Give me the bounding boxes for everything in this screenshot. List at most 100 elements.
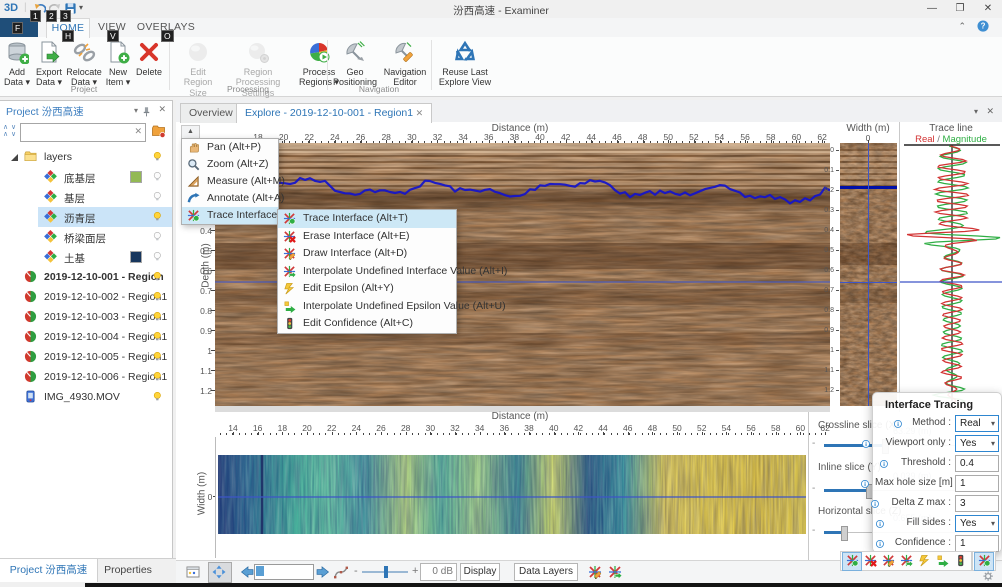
step-back-icon[interactable] <box>240 565 254 584</box>
visibility-bulb-on-icon[interactable] <box>153 151 164 166</box>
clear-search-icon[interactable]: ✕ <box>134 126 142 137</box>
input-max-hole-size-m[interactable]: 1 <box>955 475 999 492</box>
tree-item-label: 土基 <box>64 251 85 266</box>
dropdown-method[interactable]: Real▾ <box>955 415 999 432</box>
step-forward-icon[interactable] <box>316 565 330 584</box>
doc-close-icon[interactable]: ✕ <box>986 106 994 117</box>
slider-minus-inline-slice-y-[interactable]: - <box>812 483 815 494</box>
tree-item-layer-4[interactable]: 桥梁面层 <box>0 227 172 247</box>
expand-all-icon[interactable]: ∨∨ <box>11 124 16 138</box>
trace-tool-button[interactable] <box>843 553 861 570</box>
gain-plus[interactable]: + <box>412 565 418 577</box>
display-button[interactable]: Display <box>460 563 500 581</box>
crossline-slice-view[interactable] <box>840 143 897 406</box>
overview-grid-icon[interactable] <box>186 565 200 584</box>
layer-color-chip[interactable] <box>131 252 141 262</box>
input-delta-z-max[interactable]: 3 <box>955 495 999 512</box>
panel-close-icon[interactable]: ✕ <box>158 104 166 115</box>
visibility-bulb-on-icon[interactable] <box>153 331 164 346</box>
pan-menu-item[interactable]: Pan (Alt+P) <box>182 139 278 156</box>
tree-item-node-7[interactable]: 2019-12-10-002 - Region1 <box>0 287 172 307</box>
dropdown-viewport-only[interactable]: Yes▾ <box>955 435 999 452</box>
gain-value-input[interactable]: 0 dB <box>420 563 457 581</box>
tree-item-node-8[interactable]: 2019-12-10-003 - Region1 <box>0 307 172 327</box>
confidence-tool-button[interactable] <box>951 553 969 570</box>
draw-submenu-item[interactable]: Draw Interface (Alt+D) <box>278 245 456 263</box>
position-scrollbar-thumb[interactable] <box>256 566 264 576</box>
tree-search-input[interactable]: ✕ <box>20 123 146 142</box>
gain-slider-thumb[interactable] <box>384 566 388 578</box>
tree-item-node-12[interactable]: IMG_4930.MOV <box>0 387 172 407</box>
document-tab-explore[interactable]: Explore - 2019-12-10-001 - Region1 ✕ <box>236 103 432 123</box>
visibility-bulb-off-icon[interactable] <box>153 191 164 206</box>
interpolate-epsilon-submenu-item[interactable]: Interpolate Undefined Epsilon Value (Alt… <box>278 298 456 316</box>
collapse-all-icon[interactable]: ∧∧ <box>3 124 8 138</box>
minimize-button[interactable]: — <box>918 0 946 18</box>
draw-interface-icon[interactable] <box>588 565 602 584</box>
visibility-bulb-on-icon[interactable] <box>153 351 164 366</box>
visibility-bulb-off-icon[interactable] <box>153 231 164 246</box>
erase-tool-button[interactable] <box>861 553 879 570</box>
tree-item-layer-3[interactable]: 沥青层 <box>0 207 172 227</box>
tree-item-node-11[interactable]: 2019-12-10-006 - Region1 <box>0 367 172 387</box>
document-tab-overview[interactable]: Overview <box>180 103 242 123</box>
interpolate-interface-icon[interactable] <box>608 565 622 584</box>
slider-thumb-horizontal-slice-z-[interactable] <box>841 526 848 541</box>
visibility-bulb-on-icon[interactable] <box>153 391 164 406</box>
maximize-button[interactable]: ❐ <box>946 0 974 18</box>
input-confidence[interactable]: 1 <box>955 535 999 552</box>
trace-interface-toggle-button[interactable] <box>975 553 993 570</box>
tree-item-node-6[interactable]: 2019-12-10-001 - Region <box>0 267 172 287</box>
collapse-ribbon-icon[interactable]: ⌃ <box>958 21 966 32</box>
slider-minus-crossline-slice-x-[interactable]: - <box>812 438 815 449</box>
trace-submenu-item[interactable]: Trace Interface (Alt+T) <box>278 210 456 228</box>
visibility-bulb-off-icon[interactable] <box>153 251 164 266</box>
layer-color-chip[interactable] <box>131 172 141 182</box>
trace-menu-item[interactable]: Trace Interface (Alt+T) <box>182 207 278 224</box>
confidence-submenu-item[interactable]: Edit Confidence (Alt+C) <box>278 315 456 333</box>
tree-item-node-0[interactable]: layers <box>0 147 172 167</box>
gain-curve-icon[interactable] <box>334 565 348 584</box>
interpolate-tool-button[interactable] <box>897 553 915 570</box>
tab-close-icon[interactable]: ✕ <box>413 108 423 118</box>
epsilon-submenu-item[interactable]: Edit Epsilon (Alt+Y) <box>278 280 456 298</box>
tree-item-layer-2[interactable]: 基层 <box>0 187 172 207</box>
data-layers-button[interactable]: Data Layers <box>514 563 578 581</box>
bottom-axis-minor-tick <box>418 433 419 435</box>
measure-menu-item[interactable]: Measure (Alt+M) <box>182 173 278 190</box>
interpolate-epsilon-tool-button[interactable] <box>933 553 951 570</box>
erase-submenu-item[interactable]: Erase Interface (Alt+E) <box>278 228 456 246</box>
panel-dropdown-icon[interactable]: ▾ <box>134 106 138 115</box>
pin-icon[interactable] <box>141 105 152 123</box>
position-scrollbar[interactable] <box>254 564 314 580</box>
input-threshold[interactable]: 0.4 <box>955 455 999 472</box>
visibility-bulb-on-icon[interactable] <box>153 291 164 306</box>
tree-item-node-9[interactable]: 2019-12-10-004 - Region1 <box>0 327 172 347</box>
visibility-bulb-on-icon[interactable] <box>153 371 164 386</box>
search-folder-icon[interactable] <box>151 124 166 143</box>
doc-dropdown-icon[interactable]: ▾ <box>974 107 978 116</box>
slider-minus-horizontal-slice-z-[interactable]: - <box>812 525 815 536</box>
ribbon-button-reuse-last-explore-view[interactable]: Reuse Last Explore View <box>433 39 497 91</box>
annotate-menu-item[interactable]: Annotate (Alt+A) <box>182 190 278 207</box>
close-button[interactable]: ✕ <box>974 0 1002 18</box>
dropdown-fill-sides[interactable]: Yes▾ <box>955 515 999 532</box>
zoom-menu-item[interactable]: Zoom (Alt+Z) <box>182 156 278 173</box>
tree-item-layer-5[interactable]: 土基 <box>0 247 172 267</box>
visibility-bulb-on-icon[interactable] <box>153 311 164 326</box>
visibility-bulb-on-icon[interactable] <box>153 211 164 226</box>
tree-expander-icon[interactable] <box>10 153 19 165</box>
horizontal-slice-view[interactable] <box>218 455 806 534</box>
draw-tool-button[interactable] <box>879 553 897 570</box>
dock-tab-project[interactable]: Project 汾西高速 <box>0 559 98 582</box>
tree-item-node-10[interactable]: 2019-12-10-005 - Region1 <box>0 347 172 367</box>
epsilon-tool-button[interactable] <box>915 553 933 570</box>
gain-minus[interactable]: - <box>354 565 358 577</box>
interpolate-submenu-item[interactable]: Interpolate Undefined Interface Value (A… <box>278 263 456 281</box>
pan-mode-button[interactable] <box>208 562 232 583</box>
visibility-bulb-on-icon[interactable] <box>153 271 164 286</box>
dock-tab-properties[interactable]: Properties <box>97 559 159 582</box>
help-icon[interactable]: ? <box>977 20 990 38</box>
visibility-bulb-off-icon[interactable] <box>153 171 164 186</box>
tree-item-layer-1[interactable]: 底基层 <box>0 167 172 187</box>
